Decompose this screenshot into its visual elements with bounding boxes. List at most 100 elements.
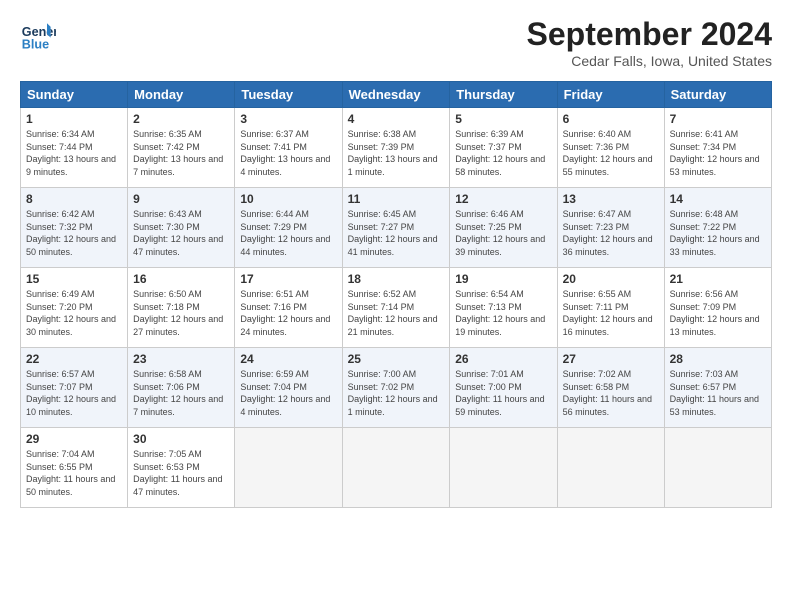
day-number: 25 [348, 352, 445, 366]
calendar-day: 13 Sunrise: 6:47 AMSunset: 7:23 PMDaylig… [557, 188, 664, 268]
weekday-header-thursday: Thursday [450, 82, 557, 108]
calendar-day [557, 428, 664, 508]
calendar-day: 21 Sunrise: 6:56 AMSunset: 7:09 PMDaylig… [664, 268, 771, 348]
day-number: 9 [133, 192, 229, 206]
calendar-day: 11 Sunrise: 6:45 AMSunset: 7:27 PMDaylig… [342, 188, 450, 268]
day-info: Sunrise: 6:46 AMSunset: 7:25 PMDaylight:… [455, 208, 551, 258]
day-number: 13 [563, 192, 659, 206]
calendar-table: SundayMondayTuesdayWednesdayThursdayFrid… [20, 81, 772, 508]
calendar-day: 16 Sunrise: 6:50 AMSunset: 7:18 PMDaylig… [128, 268, 235, 348]
day-info: Sunrise: 7:00 AMSunset: 7:02 PMDaylight:… [348, 368, 445, 418]
logo: General Blue [20, 16, 56, 52]
day-info: Sunrise: 6:37 AMSunset: 7:41 PMDaylight:… [240, 128, 336, 178]
day-info: Sunrise: 7:03 AMSunset: 6:57 PMDaylight:… [670, 368, 766, 418]
calendar-day: 12 Sunrise: 6:46 AMSunset: 7:25 PMDaylig… [450, 188, 557, 268]
calendar-day: 17 Sunrise: 6:51 AMSunset: 7:16 PMDaylig… [235, 268, 342, 348]
day-number: 21 [670, 272, 766, 286]
calendar-day: 4 Sunrise: 6:38 AMSunset: 7:39 PMDayligh… [342, 108, 450, 188]
weekday-header-monday: Monday [128, 82, 235, 108]
day-info: Sunrise: 6:59 AMSunset: 7:04 PMDaylight:… [240, 368, 336, 418]
calendar-day: 28 Sunrise: 7:03 AMSunset: 6:57 PMDaylig… [664, 348, 771, 428]
calendar-week-3: 15 Sunrise: 6:49 AMSunset: 7:20 PMDaylig… [21, 268, 772, 348]
day-number: 17 [240, 272, 336, 286]
calendar-week-4: 22 Sunrise: 6:57 AMSunset: 7:07 PMDaylig… [21, 348, 772, 428]
day-info: Sunrise: 6:48 AMSunset: 7:22 PMDaylight:… [670, 208, 766, 258]
calendar-day: 24 Sunrise: 6:59 AMSunset: 7:04 PMDaylig… [235, 348, 342, 428]
calendar-week-2: 8 Sunrise: 6:42 AMSunset: 7:32 PMDayligh… [21, 188, 772, 268]
day-number: 10 [240, 192, 336, 206]
calendar-day: 2 Sunrise: 6:35 AMSunset: 7:42 PMDayligh… [128, 108, 235, 188]
day-info: Sunrise: 7:04 AMSunset: 6:55 PMDaylight:… [26, 448, 122, 498]
title-block: September 2024 Cedar Falls, Iowa, United… [527, 16, 772, 69]
day-number: 3 [240, 112, 336, 126]
day-number: 24 [240, 352, 336, 366]
calendar-day [450, 428, 557, 508]
month-title: September 2024 [527, 16, 772, 53]
calendar-day [664, 428, 771, 508]
day-number: 15 [26, 272, 122, 286]
logo-icon: General Blue [20, 16, 56, 52]
day-number: 19 [455, 272, 551, 286]
day-info: Sunrise: 6:39 AMSunset: 7:37 PMDaylight:… [455, 128, 551, 178]
calendar-day: 19 Sunrise: 6:54 AMSunset: 7:13 PMDaylig… [450, 268, 557, 348]
day-number: 12 [455, 192, 551, 206]
day-info: Sunrise: 6:40 AMSunset: 7:36 PMDaylight:… [563, 128, 659, 178]
day-number: 27 [563, 352, 659, 366]
calendar-day: 27 Sunrise: 7:02 AMSunset: 6:58 PMDaylig… [557, 348, 664, 428]
calendar-day: 26 Sunrise: 7:01 AMSunset: 7:00 PMDaylig… [450, 348, 557, 428]
day-info: Sunrise: 6:58 AMSunset: 7:06 PMDaylight:… [133, 368, 229, 418]
day-number: 16 [133, 272, 229, 286]
calendar-day: 20 Sunrise: 6:55 AMSunset: 7:11 PMDaylig… [557, 268, 664, 348]
day-info: Sunrise: 6:42 AMSunset: 7:32 PMDaylight:… [26, 208, 122, 258]
weekday-header-friday: Friday [557, 82, 664, 108]
day-number: 6 [563, 112, 659, 126]
weekday-header-wednesday: Wednesday [342, 82, 450, 108]
calendar-day: 30 Sunrise: 7:05 AMSunset: 6:53 PMDaylig… [128, 428, 235, 508]
calendar-header-row: SundayMondayTuesdayWednesdayThursdayFrid… [21, 82, 772, 108]
day-number: 4 [348, 112, 445, 126]
day-info: Sunrise: 6:52 AMSunset: 7:14 PMDaylight:… [348, 288, 445, 338]
calendar-day: 25 Sunrise: 7:00 AMSunset: 7:02 PMDaylig… [342, 348, 450, 428]
day-info: Sunrise: 6:44 AMSunset: 7:29 PMDaylight:… [240, 208, 336, 258]
calendar-day: 5 Sunrise: 6:39 AMSunset: 7:37 PMDayligh… [450, 108, 557, 188]
calendar-week-5: 29 Sunrise: 7:04 AMSunset: 6:55 PMDaylig… [21, 428, 772, 508]
weekday-header-sunday: Sunday [21, 82, 128, 108]
day-info: Sunrise: 6:51 AMSunset: 7:16 PMDaylight:… [240, 288, 336, 338]
calendar-day [235, 428, 342, 508]
day-info: Sunrise: 6:43 AMSunset: 7:30 PMDaylight:… [133, 208, 229, 258]
calendar-day: 15 Sunrise: 6:49 AMSunset: 7:20 PMDaylig… [21, 268, 128, 348]
location: Cedar Falls, Iowa, United States [527, 53, 772, 69]
day-info: Sunrise: 6:35 AMSunset: 7:42 PMDaylight:… [133, 128, 229, 178]
day-info: Sunrise: 7:05 AMSunset: 6:53 PMDaylight:… [133, 448, 229, 498]
calendar-day: 8 Sunrise: 6:42 AMSunset: 7:32 PMDayligh… [21, 188, 128, 268]
day-number: 2 [133, 112, 229, 126]
day-number: 8 [26, 192, 122, 206]
calendar-day: 18 Sunrise: 6:52 AMSunset: 7:14 PMDaylig… [342, 268, 450, 348]
day-number: 29 [26, 432, 122, 446]
day-number: 18 [348, 272, 445, 286]
day-number: 22 [26, 352, 122, 366]
day-info: Sunrise: 6:56 AMSunset: 7:09 PMDaylight:… [670, 288, 766, 338]
calendar-day: 14 Sunrise: 6:48 AMSunset: 7:22 PMDaylig… [664, 188, 771, 268]
day-info: Sunrise: 6:45 AMSunset: 7:27 PMDaylight:… [348, 208, 445, 258]
day-number: 1 [26, 112, 122, 126]
day-number: 11 [348, 192, 445, 206]
day-info: Sunrise: 6:47 AMSunset: 7:23 PMDaylight:… [563, 208, 659, 258]
day-number: 30 [133, 432, 229, 446]
day-info: Sunrise: 6:49 AMSunset: 7:20 PMDaylight:… [26, 288, 122, 338]
weekday-header-tuesday: Tuesday [235, 82, 342, 108]
calendar-day: 22 Sunrise: 6:57 AMSunset: 7:07 PMDaylig… [21, 348, 128, 428]
calendar-day: 3 Sunrise: 6:37 AMSunset: 7:41 PMDayligh… [235, 108, 342, 188]
day-number: 5 [455, 112, 551, 126]
day-number: 23 [133, 352, 229, 366]
calendar-day: 23 Sunrise: 6:58 AMSunset: 7:06 PMDaylig… [128, 348, 235, 428]
day-info: Sunrise: 6:50 AMSunset: 7:18 PMDaylight:… [133, 288, 229, 338]
day-number: 14 [670, 192, 766, 206]
calendar-day: 10 Sunrise: 6:44 AMSunset: 7:29 PMDaylig… [235, 188, 342, 268]
calendar-day: 9 Sunrise: 6:43 AMSunset: 7:30 PMDayligh… [128, 188, 235, 268]
day-number: 26 [455, 352, 551, 366]
day-info: Sunrise: 6:34 AMSunset: 7:44 PMDaylight:… [26, 128, 122, 178]
day-info: Sunrise: 6:54 AMSunset: 7:13 PMDaylight:… [455, 288, 551, 338]
calendar-day [342, 428, 450, 508]
calendar-day: 7 Sunrise: 6:41 AMSunset: 7:34 PMDayligh… [664, 108, 771, 188]
